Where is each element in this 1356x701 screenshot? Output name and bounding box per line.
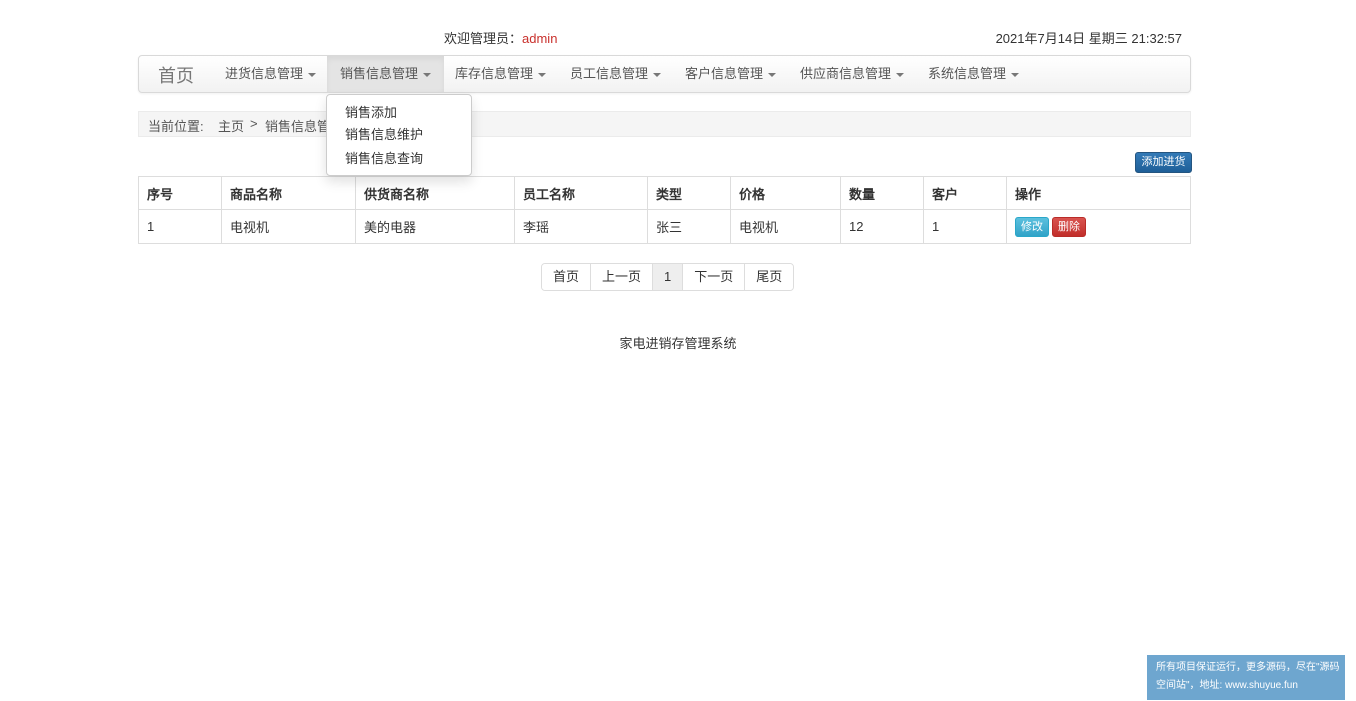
pagination-first[interactable]: 首页 [542, 264, 591, 290]
column-header: 价格 [730, 176, 841, 210]
breadcrumb-current: 销售信息管 [265, 119, 331, 134]
column-header: 员工名称 [514, 176, 648, 210]
nav-item-label: 供应商信息管理 [800, 66, 892, 81]
column-header: 类型 [647, 176, 731, 210]
nav-item-supplier[interactable]: 供应商信息管理 [787, 56, 917, 92]
delete-button[interactable]: 删除 [1052, 216, 1086, 237]
welcome-message: 欢迎管理员：admin [444, 28, 557, 47]
breadcrumb: 当前位置: 主页 > 销售信息管 [138, 111, 1191, 137]
table-cell: 电视机 [221, 209, 356, 244]
nav-brand-home[interactable]: 首页 [158, 62, 194, 88]
table-cell: 张三 [647, 209, 731, 244]
nav-item-label: 进货信息管理 [225, 66, 304, 81]
caret-down-icon [768, 72, 777, 77]
caret-down-icon [1011, 72, 1020, 77]
nav-item-customer[interactable]: 客户信息管理 [672, 56, 789, 92]
edit-button[interactable]: 修改 [1015, 216, 1049, 237]
column-header: 数量 [840, 176, 924, 210]
nav-item-label: 销售信息管理 [340, 66, 419, 81]
breadcrumb-separator: > [250, 116, 258, 131]
promo-line-1: 所有项目保证运行，更多源码，尽在"源码 [1156, 662, 1340, 673]
column-header: 客户 [923, 176, 1007, 210]
add-purchase-button[interactable]: 添加进货 [1135, 152, 1192, 173]
sales-dropdown-menu: 销售添加 销售信息维护 销售信息查询 [326, 94, 472, 176]
nav-item-label: 系统信息管理 [928, 66, 1007, 81]
column-header: 商品名称 [221, 176, 356, 210]
breadcrumb-prefix: 当前位置: [148, 119, 204, 134]
table-cell: 12 [840, 209, 924, 244]
welcome-prefix: 欢迎管理员： [444, 31, 523, 46]
caret-down-icon [653, 72, 662, 77]
table-cell: 1 [923, 209, 1007, 244]
nav-item-purchase[interactable]: 进货信息管理 [212, 56, 329, 92]
caret-down-icon [423, 72, 432, 77]
table-cell-actions: 修改 删除 [1006, 209, 1191, 244]
footer-text: 家电进销存管理系统 [619, 336, 737, 351]
caret-down-icon [538, 72, 547, 77]
table-header-row: 序号 商品名称 供货商名称 员工名称 类型 价格 数量 客户 操作 [138, 176, 1191, 210]
table-cell: 1 [138, 209, 222, 244]
breadcrumb-home-link[interactable]: 主页 [218, 116, 244, 135]
menu-item-sales-query[interactable]: 销售信息查询 [345, 148, 423, 167]
column-header: 供货商名称 [355, 176, 515, 210]
datetime-display: 2021年7月14日 星期三 21:32:57 [995, 31, 1182, 46]
nav-item-system[interactable]: 系统信息管理 [915, 56, 1032, 92]
table-cell: 电视机 [730, 209, 841, 244]
nav-item-employee[interactable]: 员工信息管理 [557, 56, 674, 92]
pagination-current-page[interactable]: 1 [652, 264, 683, 290]
table-row: 1 电视机 美的电器 李瑶 张三 电视机 12 1 修改 删除 [138, 209, 1191, 244]
promo-banner[interactable]: 所有项目保证运行，更多源码，尽在"源码 空间站"，地址: www.shuyue.… [1147, 655, 1345, 700]
username: admin [522, 31, 558, 46]
nav-item-label: 库存信息管理 [455, 66, 534, 81]
pagination: 首页 上一页 1 下一页 尾页 [541, 263, 795, 291]
main-navbar: 首页 进货信息管理 销售信息管理 库存信息管理 员工信息管理 客户信息管理 供应… [138, 55, 1191, 93]
table-cell: 李瑶 [514, 209, 648, 244]
caret-down-icon [896, 72, 905, 77]
nav-item-label: 员工信息管理 [570, 66, 649, 81]
table-cell: 美的电器 [355, 209, 515, 244]
promo-line-2: 空间站"，地址: www.shuyue.fun [1156, 680, 1298, 691]
menu-item-sales-add[interactable]: 销售添加 [345, 102, 397, 121]
nav-item-label: 客户信息管理 [685, 66, 764, 81]
top-bar: 欢迎管理员：admin 2021年7月14日 星期三 21:32:57 [138, 26, 1191, 48]
pagination-next[interactable]: 下一页 [682, 264, 745, 290]
nav-item-sales[interactable]: 销售信息管理 [327, 56, 445, 92]
sales-table: 序号 商品名称 供货商名称 员工名称 类型 价格 数量 客户 操作 1 电视机 … [138, 176, 1191, 244]
pagination-last[interactable]: 尾页 [744, 264, 794, 290]
pagination-prev[interactable]: 上一页 [590, 264, 653, 290]
menu-item-sales-maintain[interactable]: 销售信息维护 [345, 124, 423, 143]
column-header: 操作 [1006, 176, 1191, 210]
nav-item-inventory[interactable]: 库存信息管理 [442, 56, 559, 92]
column-header: 序号 [138, 176, 222, 210]
caret-down-icon [308, 72, 317, 77]
